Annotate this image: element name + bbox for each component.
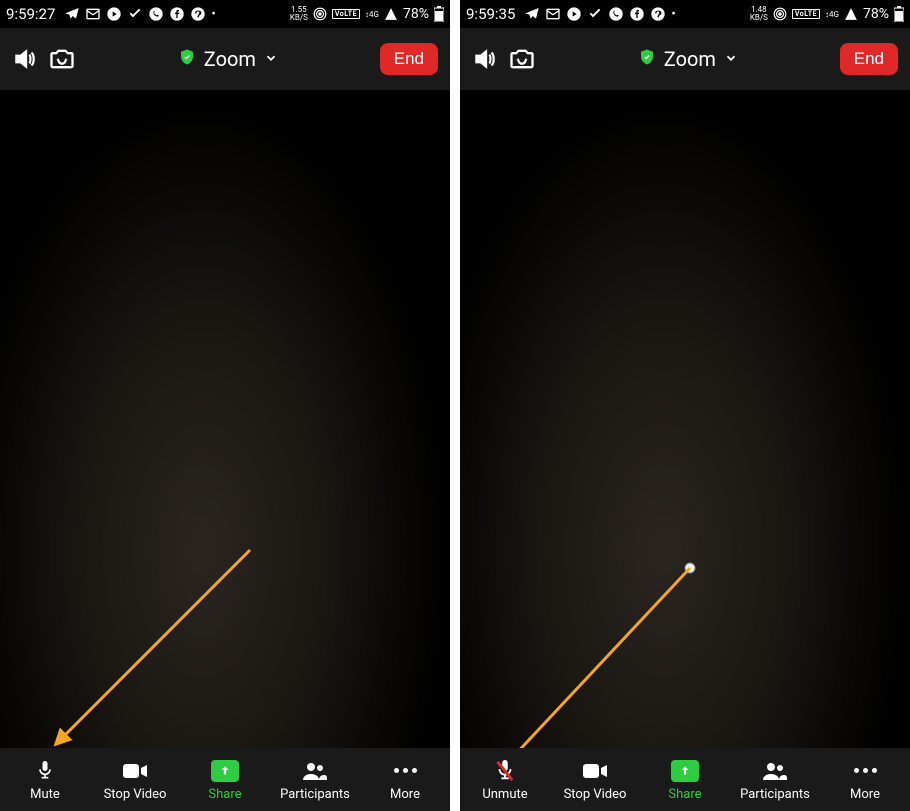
video-icon bbox=[121, 758, 149, 784]
status-time: 9:59:35 bbox=[466, 5, 515, 23]
more-label: More bbox=[850, 787, 880, 802]
participants-button[interactable]: Participants bbox=[270, 758, 360, 802]
participants-label: Participants bbox=[740, 787, 810, 802]
gmail-icon bbox=[85, 6, 101, 22]
pinterest-icon bbox=[650, 6, 666, 22]
telegram-icon bbox=[524, 6, 540, 22]
zoom-header: Zoom End bbox=[0, 28, 450, 90]
play-icon bbox=[566, 6, 582, 22]
pinterest-icon bbox=[190, 6, 206, 22]
facebook-icon bbox=[169, 6, 185, 22]
volte-badge: VoLTE bbox=[332, 9, 360, 19]
status-bar: 9:59:27 • 1.55 KB/S VoLTE ↕4G 78% bbox=[0, 0, 450, 28]
participants-icon bbox=[301, 758, 329, 784]
dot-icon: • bbox=[211, 7, 215, 22]
status-kbps: 1.55 KB/S bbox=[290, 6, 308, 22]
battery-pct: 78% bbox=[403, 6, 429, 22]
microphone-icon bbox=[35, 758, 55, 784]
more-icon bbox=[394, 758, 417, 784]
more-button[interactable]: More bbox=[360, 758, 450, 802]
play-icon bbox=[106, 6, 122, 22]
stop-video-button[interactable]: Stop Video bbox=[90, 758, 180, 802]
zoom-title[interactable]: Zoom bbox=[664, 47, 716, 71]
unmute-button[interactable]: Unmute bbox=[460, 758, 550, 802]
annotation-arrow bbox=[50, 540, 260, 750]
status-time: 9:59:27 bbox=[6, 5, 55, 23]
camera-switch-icon[interactable] bbox=[48, 45, 76, 73]
bottom-bar: Mute Stop Video Share Participants More bbox=[0, 748, 450, 811]
chevron-down-icon[interactable] bbox=[264, 50, 278, 69]
check-icon bbox=[127, 6, 143, 22]
phone-icon bbox=[148, 6, 164, 22]
telegram-icon bbox=[64, 6, 80, 22]
phone-left: 9:59:27 • 1.55 KB/S VoLTE ↕4G 78% Zoom bbox=[0, 0, 450, 811]
battery-icon bbox=[434, 6, 444, 22]
battery-pct: 78% bbox=[863, 6, 889, 22]
net-badge: ↕4G bbox=[365, 10, 379, 19]
annotation-arrow bbox=[500, 560, 700, 770]
share-icon bbox=[211, 760, 239, 782]
signal-icon bbox=[844, 7, 858, 21]
volte-badge: VoLTE bbox=[792, 9, 820, 19]
status-bar: 9:59:35 • 1.48 KB/S VoLTE ↕4G 78% bbox=[460, 0, 910, 28]
dot-icon: • bbox=[671, 7, 675, 22]
share-button[interactable]: Share bbox=[180, 758, 270, 802]
gmail-icon bbox=[545, 6, 561, 22]
video-icon bbox=[581, 758, 609, 784]
share-button[interactable]: Share bbox=[640, 758, 730, 802]
zoom-header: Zoom End bbox=[460, 28, 910, 90]
battery-icon bbox=[894, 6, 904, 22]
participants-icon bbox=[761, 758, 789, 784]
facebook-icon bbox=[629, 6, 645, 22]
chevron-down-icon[interactable] bbox=[724, 50, 738, 69]
zoom-title[interactable]: Zoom bbox=[204, 47, 256, 71]
video-area[interactable] bbox=[460, 90, 910, 748]
phone-right: 9:59:35 • 1.48 KB/S VoLTE ↕4G 78% Zoom bbox=[460, 0, 910, 811]
net-badge: ↕4G bbox=[825, 10, 839, 19]
more-button[interactable]: More bbox=[820, 758, 910, 802]
hotspot-icon bbox=[773, 7, 787, 21]
stop-video-label: Stop Video bbox=[104, 787, 167, 802]
unmute-label: Unmute bbox=[482, 787, 527, 802]
share-label: Share bbox=[668, 787, 701, 802]
camera-switch-icon[interactable] bbox=[508, 45, 536, 73]
bottom-bar: Unmute Stop Video Share Participants Mor… bbox=[460, 748, 910, 811]
microphone-muted-icon bbox=[494, 758, 516, 784]
shield-icon bbox=[178, 48, 196, 70]
shield-icon bbox=[638, 48, 656, 70]
hotspot-icon bbox=[313, 7, 327, 21]
stop-video-button[interactable]: Stop Video bbox=[550, 758, 640, 802]
speaker-icon[interactable] bbox=[472, 46, 498, 72]
stop-video-label: Stop Video bbox=[564, 787, 627, 802]
speaker-icon[interactable] bbox=[12, 46, 38, 72]
mute-label: Mute bbox=[30, 787, 60, 802]
participants-label: Participants bbox=[280, 787, 350, 802]
phone-icon bbox=[608, 6, 624, 22]
more-label: More bbox=[390, 787, 420, 802]
status-kbps: 1.48 KB/S bbox=[750, 6, 768, 22]
end-button[interactable]: End bbox=[380, 43, 438, 75]
video-area[interactable] bbox=[0, 90, 450, 748]
participants-button[interactable]: Participants bbox=[730, 758, 820, 802]
end-button[interactable]: End bbox=[840, 43, 898, 75]
check-icon bbox=[587, 6, 603, 22]
share-icon bbox=[671, 760, 699, 782]
more-icon bbox=[854, 758, 877, 784]
signal-icon bbox=[384, 7, 398, 21]
mute-button[interactable]: Mute bbox=[0, 758, 90, 802]
share-label: Share bbox=[208, 787, 241, 802]
